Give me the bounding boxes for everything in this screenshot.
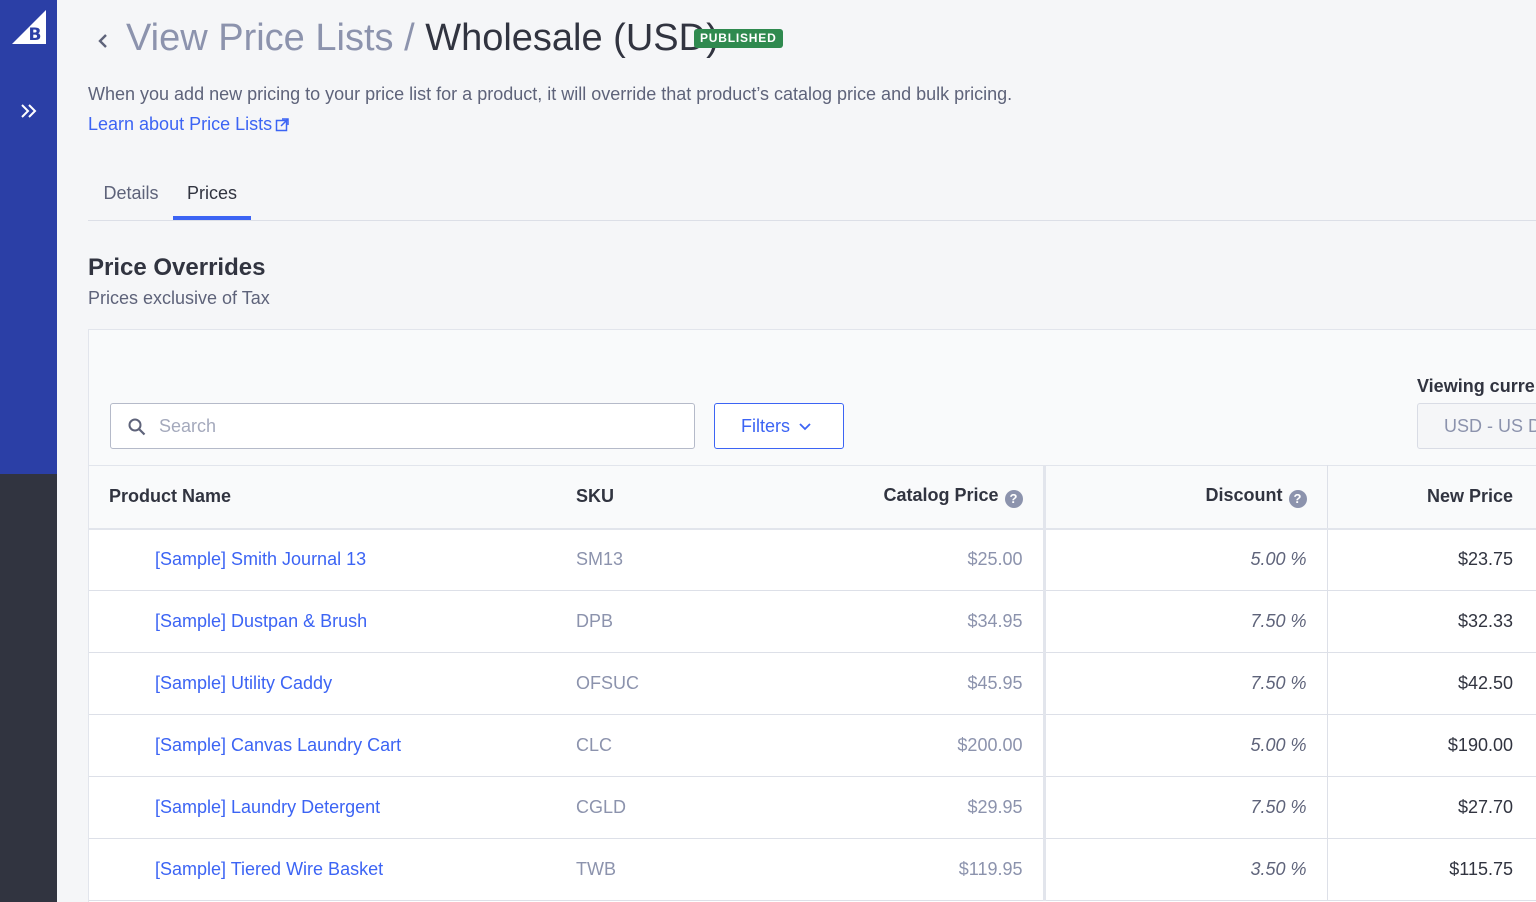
table-row: [Sample] Dustpan & Brush DPB $34.95 7.50… xyxy=(89,590,1536,653)
search-icon xyxy=(128,418,146,436)
table-row: [Sample] Laundry Detergent CGLD $29.95 7… xyxy=(89,776,1536,839)
discount-cell[interactable]: 5.00 % xyxy=(1044,714,1328,777)
section-subtitle: Prices exclusive of Tax xyxy=(88,288,270,308)
chevron-down-icon xyxy=(799,423,811,431)
sku-cell: SM13 xyxy=(556,528,711,591)
sku-cell: CLC xyxy=(556,714,711,777)
status-badge: PUBLISHED xyxy=(694,29,783,48)
double-chevron-right-icon[interactable] xyxy=(16,98,42,124)
table-header-row: Product Name SKU Catalog Price? Discount… xyxy=(89,465,1536,530)
price-overrides-panel: Filters Viewing currency USD - US Dollar… xyxy=(88,329,1536,902)
external-link-icon xyxy=(275,118,289,132)
breadcrumb-parent-link[interactable]: View Price Lists xyxy=(126,17,394,59)
sku-cell: CGLD xyxy=(556,776,711,839)
search-box[interactable] xyxy=(110,403,695,449)
breadcrumb-current: Wholesale (USD) xyxy=(425,17,719,59)
currency-select[interactable]: USD - US Dollar xyxy=(1417,403,1536,449)
new-price-cell: $115.75 xyxy=(1327,838,1536,901)
chevron-left-icon[interactable] xyxy=(92,28,114,54)
help-circle-icon[interactable]: ? xyxy=(1004,490,1023,509)
new-price-cell: $42.50 xyxy=(1327,652,1536,715)
sidebar-rail-top: B xyxy=(0,0,57,474)
column-header-discount[interactable]: Discount? xyxy=(1044,465,1328,530)
table-toolbar: Filters Viewing currency USD - US Dollar xyxy=(89,330,1536,465)
sku-cell: TWB xyxy=(556,838,711,901)
catalog-price-cell: $25.00 xyxy=(711,528,1046,591)
column-header-sku[interactable]: SKU xyxy=(556,465,711,530)
catalog-price-cell: $34.95 xyxy=(711,590,1046,653)
table-row: [Sample] Tiered Wire Basket TWB $119.95 … xyxy=(89,838,1536,901)
breadcrumb-separator: / xyxy=(404,17,415,59)
catalog-price-cell: $119.95 xyxy=(711,838,1046,901)
discount-cell[interactable]: 5.00 % xyxy=(1044,528,1328,591)
new-price-cell: $23.75 xyxy=(1327,528,1536,591)
sidebar-rail: B xyxy=(0,0,57,902)
sku-cell: DPB xyxy=(556,590,711,653)
help-circle-icon[interactable]: ? xyxy=(1288,490,1307,509)
search-input[interactable] xyxy=(159,404,679,448)
column-header-new-price[interactable]: New Price xyxy=(1327,465,1536,530)
product-name-link[interactable]: [Sample] Smith Journal 13 xyxy=(89,528,556,591)
tab-prices[interactable]: Prices xyxy=(173,176,251,220)
table-row: [Sample] Smith Journal 13 SM13 $25.00 5.… xyxy=(89,528,1536,591)
new-price-cell: $190.00 xyxy=(1327,714,1536,777)
discount-cell[interactable]: 7.50 % xyxy=(1044,776,1328,839)
filters-button[interactable]: Filters xyxy=(714,403,844,449)
learn-about-price-lists-link[interactable]: Learn about Price Lists xyxy=(88,112,289,136)
product-name-link[interactable]: [Sample] Utility Caddy xyxy=(89,652,556,715)
product-name-link[interactable]: [Sample] Dustpan & Brush xyxy=(89,590,556,653)
tab-details[interactable]: Details xyxy=(103,176,159,220)
new-price-cell: $27.70 xyxy=(1327,776,1536,839)
discount-cell[interactable]: 3.50 % xyxy=(1044,838,1328,901)
bigcommerce-logo-icon[interactable]: B xyxy=(12,10,46,44)
page-description: When you add new pricing to your price l… xyxy=(88,84,1013,104)
column-header-product-name[interactable]: Product Name xyxy=(89,465,556,530)
learn-link-label: Learn about Price Lists xyxy=(88,114,273,134)
price-overrides-table: Product Name SKU Catalog Price? Discount… xyxy=(89,465,1536,901)
discount-cell[interactable]: 7.50 % xyxy=(1044,652,1328,715)
svg-text:B: B xyxy=(29,25,42,44)
new-price-cell: $32.33 xyxy=(1327,590,1536,653)
filters-label: Filters xyxy=(741,416,790,436)
catalog-price-cell: $200.00 xyxy=(711,714,1046,777)
product-name-link[interactable]: [Sample] Tiered Wire Basket xyxy=(89,838,556,901)
section-title: Price Overrides xyxy=(88,254,266,281)
discount-cell[interactable]: 7.50 % xyxy=(1044,590,1328,653)
catalog-price-cell: $29.95 xyxy=(711,776,1046,839)
page-title: View Price Lists / Wholesale (USD) xyxy=(126,14,719,62)
currency-label: Viewing currency xyxy=(1417,376,1536,396)
catalog-price-cell: $45.95 xyxy=(711,652,1046,715)
table-row: [Sample] Canvas Laundry Cart CLC $200.00… xyxy=(89,714,1536,777)
product-name-link[interactable]: [Sample] Canvas Laundry Cart xyxy=(89,714,556,777)
sku-cell: OFSUC xyxy=(556,652,711,715)
column-header-catalog-price[interactable]: Catalog Price? xyxy=(711,465,1046,530)
tab-bar: Details Prices xyxy=(88,176,1536,221)
table-row: [Sample] Utility Caddy OFSUC $45.95 7.50… xyxy=(89,652,1536,715)
product-name-link[interactable]: [Sample] Laundry Detergent xyxy=(89,776,556,839)
